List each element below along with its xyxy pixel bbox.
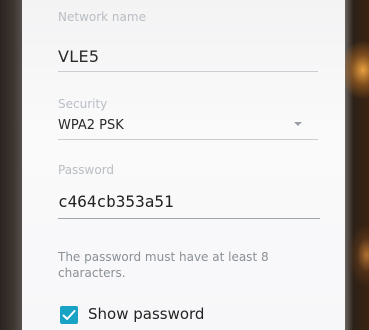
show-password-label[interactable]: Show password	[88, 305, 204, 323]
network-name-underline	[58, 71, 318, 72]
password-underline	[58, 218, 320, 219]
password-label: Password	[58, 163, 115, 177]
network-name-label: Network name	[58, 10, 146, 24]
show-password-checkbox[interactable]	[60, 306, 78, 324]
dropdown-arrow-icon[interactable]	[294, 122, 302, 126]
wifi-network-dialog: Network name VLE5 Security WPA2 PSK Pass…	[22, 0, 345, 330]
network-name-field[interactable]: VLE5	[58, 47, 99, 66]
light-glare	[349, 225, 369, 285]
security-underline	[58, 139, 318, 140]
checkmark-icon	[62, 310, 76, 320]
password-hint: The password must have at least 8 charac…	[58, 250, 269, 280]
photo-background-left	[0, 0, 22, 330]
security-dropdown[interactable]: WPA2 PSK	[58, 118, 124, 133]
security-label: Security	[58, 97, 108, 111]
password-input[interactable]	[58, 192, 298, 211]
